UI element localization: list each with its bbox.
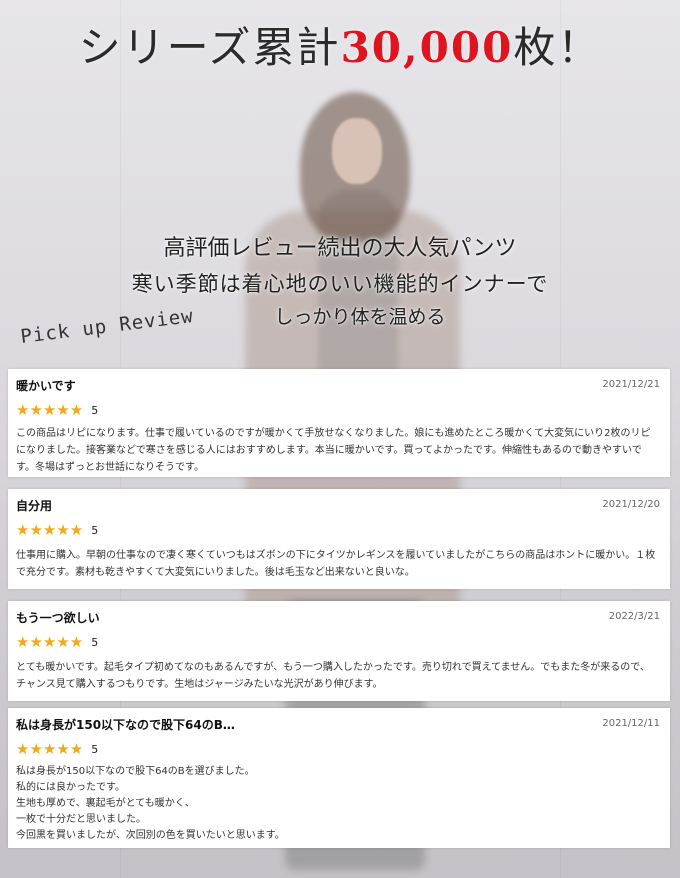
review-card: 自分用 2021/12/20 ★★★★★ 5 仕事用に購入。早朝の仕事なので凄く… — [8, 489, 670, 589]
review-date: 2021/12/11 — [602, 718, 660, 729]
rating-score: 5 — [91, 523, 99, 537]
review-title: 自分用 — [16, 499, 53, 513]
review-card: もう一つ欲しい 2022/3/21 ★★★★★ 5 とても暖かいです。起毛タイプ… — [8, 601, 670, 701]
review-title: 暖かいです — [16, 379, 76, 393]
review-text: 仕事用に購入。早朝の仕事なので凄く寒くていつもはズボンの下にタイツかレギンスを履… — [16, 550, 656, 578]
rating-score: 5 — [91, 635, 99, 649]
rating-score: 5 — [91, 403, 99, 417]
headline-number: 30,000 — [340, 23, 514, 72]
rating: ★★★★★ 5 — [16, 740, 98, 758]
headline-suffix: 枚！ — [513, 23, 602, 72]
review-date: 2021/12/20 — [602, 499, 660, 510]
rating: ★★★★★ 5 — [16, 401, 98, 419]
tagline-line1: 高評価レビュー続出の大人気パンツ — [163, 236, 517, 261]
review-card: 私は身長が150以下なので股下64のB… 2021/12/11 ★★★★★ 5 … — [8, 708, 670, 848]
review-card: 暖かいです 2021/12/21 ★★★★★ 5 この商品はリピになります。仕事… — [8, 369, 670, 477]
star-rating-icon: ★★★★★ — [16, 633, 84, 651]
review-text: とても暖かいです。起毛タイプ初めてなのもあるんですが、もう一つ購入したかったです… — [16, 662, 650, 690]
review-date: 2022/3/21 — [608, 611, 660, 622]
review-title: もう一つ欲しい — [16, 611, 100, 625]
model-face — [332, 118, 382, 184]
tagline-line2: 寒い季節は着心地のいい機能的インナーで — [131, 272, 549, 296]
rating: ★★★★★ 5 — [16, 633, 98, 651]
headline: シリーズ累計30,000枚！ — [0, 14, 680, 75]
rating: ★★★★★ 5 — [16, 521, 98, 539]
star-rating-icon: ★★★★★ — [16, 521, 84, 539]
star-rating-icon: ★★★★★ — [16, 401, 84, 419]
review-text: 私は身長が150以下なので股下64のBを選びました。 私的には良かったです。 生… — [16, 766, 285, 841]
review-date: 2021/12/21 — [602, 379, 660, 390]
review-title: 私は身長が150以下なので股下64のB… — [16, 718, 235, 732]
star-rating-icon: ★★★★★ — [16, 740, 84, 758]
rating-score: 5 — [91, 742, 99, 756]
headline-prefix: シリーズ累計 — [78, 23, 341, 72]
review-text: この商品はリピになります。仕事で履いているのですが暖かくて手放せなくなりました。… — [16, 428, 651, 473]
